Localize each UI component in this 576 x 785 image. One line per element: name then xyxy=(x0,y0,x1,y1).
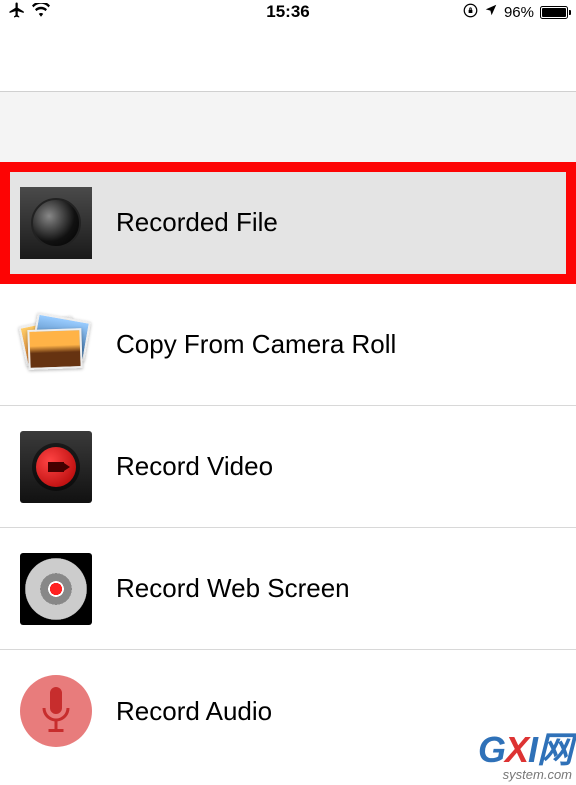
menu-item-record-video[interactable]: Record Video xyxy=(0,406,576,528)
watermark-net: 网 xyxy=(537,729,572,770)
record-web-screen-icon xyxy=(20,553,92,625)
recorded-file-icon xyxy=(20,187,92,259)
menu-item-label: Record Audio xyxy=(116,696,272,727)
navigation-bar xyxy=(0,24,576,92)
record-audio-icon xyxy=(20,675,92,747)
watermark: GXI网 system.com xyxy=(478,732,572,781)
status-right: 96% xyxy=(463,3,568,22)
status-time: 15:36 xyxy=(266,2,309,22)
menu-item-recorded-file[interactable]: Recorded File xyxy=(0,162,576,284)
location-icon xyxy=(484,3,498,21)
watermark-i: I xyxy=(528,729,537,770)
wifi-icon xyxy=(32,3,50,21)
menu-item-label: Copy From Camera Roll xyxy=(116,329,396,360)
menu-item-record-web-screen[interactable]: Record Web Screen xyxy=(0,528,576,650)
menu-item-label: Recorded File xyxy=(116,207,278,238)
record-video-icon xyxy=(20,431,92,503)
battery-icon xyxy=(540,6,568,19)
camera-roll-icon xyxy=(20,309,92,381)
watermark-x: X xyxy=(505,729,528,770)
menu-item-label: Record Video xyxy=(116,451,273,482)
airplane-mode-icon xyxy=(8,1,26,23)
status-left xyxy=(8,1,50,23)
menu-list: Recorded File Copy From Camera Roll Reco… xyxy=(0,92,576,772)
watermark-g: G xyxy=(478,729,505,770)
menu-item-copy-camera-roll[interactable]: Copy From Camera Roll xyxy=(0,284,576,406)
battery-percent: 96% xyxy=(504,4,534,21)
rotation-lock-icon xyxy=(463,3,478,22)
list-spacer xyxy=(0,92,576,162)
menu-item-label: Record Web Screen xyxy=(116,573,350,604)
status-bar: 15:36 96% xyxy=(0,0,576,24)
